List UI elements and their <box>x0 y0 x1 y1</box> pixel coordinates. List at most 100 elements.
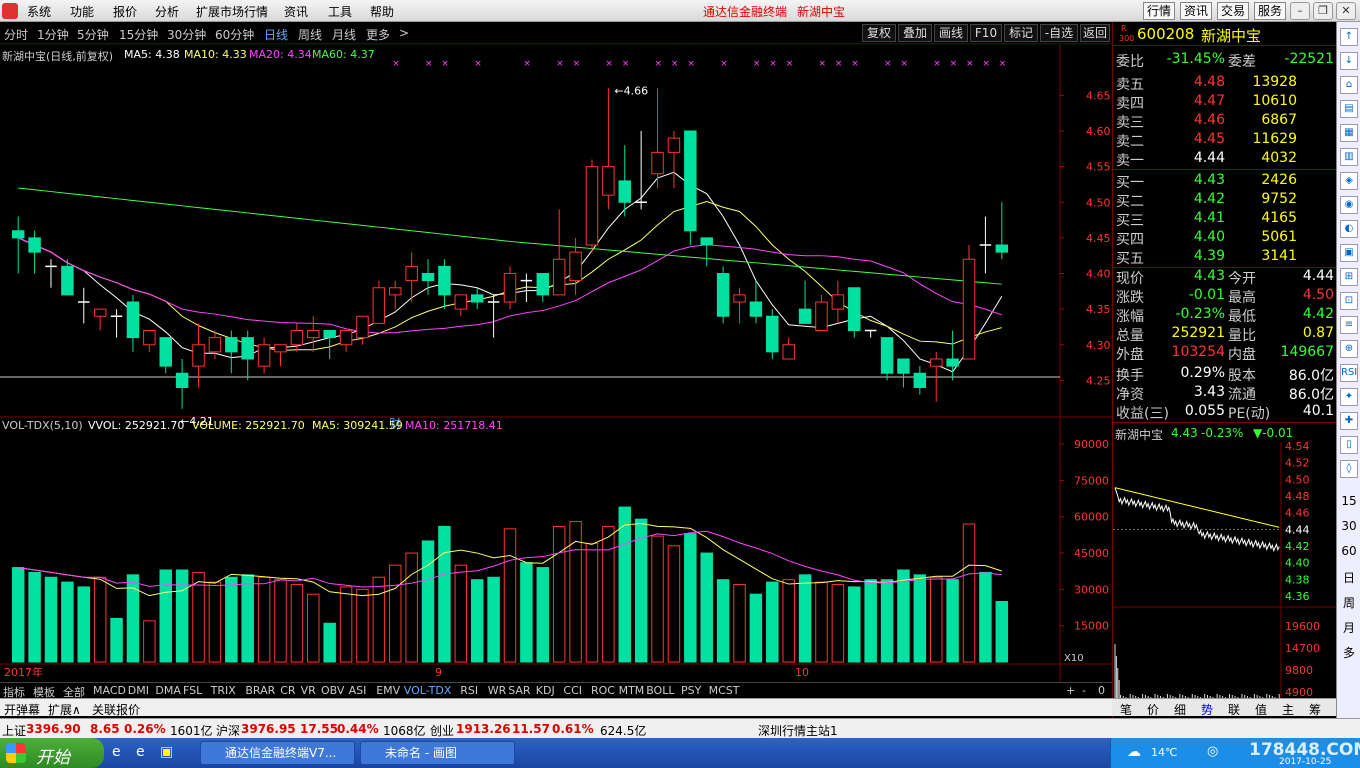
zoom-control[interactable]: + <box>1066 684 1075 697</box>
toolbar-icon[interactable]: ↓ <box>1340 52 1358 70</box>
indicator-tab-trix[interactable]: TRIX <box>211 684 236 697</box>
mini-period-tab[interactable]: 15 <box>1339 494 1359 508</box>
right-tab[interactable]: 势 <box>1201 701 1213 718</box>
indicator-tab-vol-tdx[interactable]: VOL-TDX <box>404 684 452 697</box>
indicator-tab-roc[interactable]: ROC <box>591 684 615 697</box>
menu-item-system[interactable]: 系统 <box>27 3 51 20</box>
toolbar-icon[interactable]: ✦ <box>1340 388 1358 406</box>
toolbar-icon[interactable]: ▣ <box>1340 244 1358 262</box>
indicator-tab-cr[interactable]: CR <box>280 684 295 697</box>
indicator-tab-rsi[interactable]: RSI <box>460 684 478 697</box>
period-tab-monthly[interactable]: 月线 <box>332 26 356 43</box>
task-paint[interactable]: 未命名 - 画图 <box>360 741 515 765</box>
right-tab[interactable]: 主 <box>1282 701 1294 718</box>
right-tab[interactable]: 筹 <box>1309 701 1321 718</box>
indicator-tab-emv[interactable]: EMV <box>376 684 400 697</box>
indicator-tab-sar[interactable]: SAR <box>508 684 530 697</box>
period-tab-30min[interactable]: 30分钟 <box>167 26 206 43</box>
toolbar-icon[interactable]: ⊞ <box>1340 268 1358 286</box>
toolbar-icon[interactable]: ≡ <box>1340 316 1358 334</box>
menu-item-analysis[interactable]: 分析 <box>155 3 179 20</box>
expand-tab[interactable]: 扩展∧ <box>48 701 81 718</box>
toolbar-icon[interactable]: ▦ <box>1340 124 1358 142</box>
right-tab[interactable]: 值 <box>1255 701 1267 718</box>
period-next-icon[interactable]: > <box>399 26 409 40</box>
right-tab[interactable]: 细 <box>1174 701 1186 718</box>
right-tab[interactable]: 联 <box>1228 701 1240 718</box>
news-button[interactable]: 资讯 <box>1180 2 1212 20</box>
toolbar-icon[interactable]: ▥ <box>1340 148 1358 166</box>
start-button[interactable]: 开始 <box>0 738 104 768</box>
danmaku-tab[interactable]: 开弹幕 <box>4 701 40 718</box>
wechat-icon[interactable]: ◎ <box>1207 744 1218 759</box>
mini-period-tab[interactable]: 月 <box>1339 619 1359 636</box>
indicator-tab-vr[interactable]: VR <box>301 684 316 697</box>
period-tab-1min[interactable]: 1分钟 <box>37 26 69 43</box>
right-tab[interactable]: 价 <box>1147 701 1159 718</box>
indicator-tab-kdj[interactable]: KDJ <box>536 684 555 697</box>
toolbar-icon[interactable]: ✚ <box>1340 412 1358 430</box>
period-tab-weekly[interactable]: 周线 <box>298 26 322 43</box>
sh-index-value[interactable]: 3396.90 <box>26 722 81 736</box>
menu-item-help[interactable]: 帮助 <box>370 3 394 20</box>
mini-period-tab[interactable]: 30 <box>1339 519 1359 533</box>
mini-period-tab[interactable]: 日 <box>1339 569 1359 586</box>
toolbar-icon[interactable]: ◉ <box>1340 196 1358 214</box>
service-button[interactable]: 服务 <box>1254 2 1286 20</box>
period-tab-15min[interactable]: 15分钟 <box>119 26 158 43</box>
indicator-tab-obv[interactable]: OBV <box>321 684 344 697</box>
period-tab-5min[interactable]: 5分钟 <box>77 26 109 43</box>
menu-item-function[interactable]: 功能 <box>70 3 94 20</box>
overlay-button[interactable]: 叠加 <box>898 24 932 42</box>
toolbar-icon[interactable]: ⊡ <box>1340 292 1358 310</box>
toolbar-icon[interactable]: ⊕ <box>1340 340 1358 358</box>
toolbar-icon[interactable]: ▤ <box>1340 100 1358 118</box>
indicator-tab-cci[interactable]: CCI <box>563 684 582 697</box>
ie2-icon[interactable]: e <box>136 744 145 760</box>
cy-index-value[interactable]: 1913.26 <box>456 722 511 736</box>
right-tab[interactable]: 笔 <box>1120 701 1132 718</box>
ie-icon[interactable]: e <box>112 744 121 760</box>
indicator-tab-boll[interactable]: BOLL <box>646 684 674 697</box>
indicator-tab-asi[interactable]: ASI <box>349 684 367 697</box>
back-button[interactable]: 返回 <box>1080 24 1110 42</box>
mini-period-tab[interactable]: 周 <box>1339 594 1359 611</box>
trade-button[interactable]: 交易 <box>1217 2 1249 20</box>
close-icon[interactable]: ✕ <box>1336 2 1356 20</box>
toolbar-icon[interactable]: ◈ <box>1340 172 1358 190</box>
period-tab-tick[interactable]: 分时 <box>4 26 28 43</box>
mark-button[interactable]: 标记 <box>1004 24 1038 42</box>
kline-chart[interactable]: ←4.66←4.21 财× × × × × × × × × × × × × × × × × × × × × × × × × × 4.… <box>0 44 1112 698</box>
draw-button[interactable]: 画线 <box>934 24 968 42</box>
minimize-icon[interactable]: – <box>1290 2 1310 20</box>
period-tab-more[interactable]: 更多 <box>366 26 390 43</box>
toolbar-icon[interactable]: ◊ <box>1340 460 1358 478</box>
indicator-tab-brar[interactable]: BRAR <box>245 684 275 697</box>
indicator-tab-psy[interactable]: PSY <box>681 684 701 697</box>
menu-item-info[interactable]: 资讯 <box>284 3 308 20</box>
intraday-mini-chart[interactable]: 4.54 4.52 4.50 4.48 4.46 4.44 4.42 4.40 4.38 4.36… <box>1113 442 1337 720</box>
toolbar-icon[interactable]: RSI <box>1340 364 1358 382</box>
period-tab-60min[interactable]: 60分钟 <box>215 26 254 43</box>
mini-period-tab[interactable]: 多 <box>1339 644 1359 661</box>
remove-watchlist-button[interactable]: -自选 <box>1040 24 1078 42</box>
indicator-tab-macd[interactable]: MACD <box>93 684 126 697</box>
adjust-button[interactable]: 复权 <box>862 24 896 42</box>
indicator-tab-wr[interactable]: WR <box>488 684 507 697</box>
toolbar-icon[interactable]: ▯ <box>1340 436 1358 454</box>
zoom-control[interactable]: 0 <box>1098 684 1105 697</box>
toolbar-icon[interactable]: ↑ <box>1340 28 1358 46</box>
menu-item-quote[interactable]: 报价 <box>113 3 137 20</box>
hs-index-value[interactable]: 3976.95 <box>241 722 296 736</box>
task-tdx[interactable]: 通达信金融终端V7... <box>200 741 355 765</box>
indicator-tab-dmi[interactable]: DMI <box>128 684 149 697</box>
market-button[interactable]: 行情 <box>1143 2 1175 20</box>
toolbar-icon[interactable]: ◐ <box>1340 220 1358 238</box>
f10-button[interactable]: F10 <box>970 24 1002 42</box>
mini-period-tab[interactable]: 60 <box>1339 544 1359 558</box>
zoom-control[interactable]: - <box>1082 684 1086 697</box>
related-quote-tab[interactable]: 关联报价 <box>92 701 140 718</box>
toolbar-icon[interactable]: ⌂ <box>1340 76 1358 94</box>
folder-icon[interactable]: ▣ <box>160 744 173 760</box>
menu-item-tools[interactable]: 工具 <box>328 3 352 20</box>
